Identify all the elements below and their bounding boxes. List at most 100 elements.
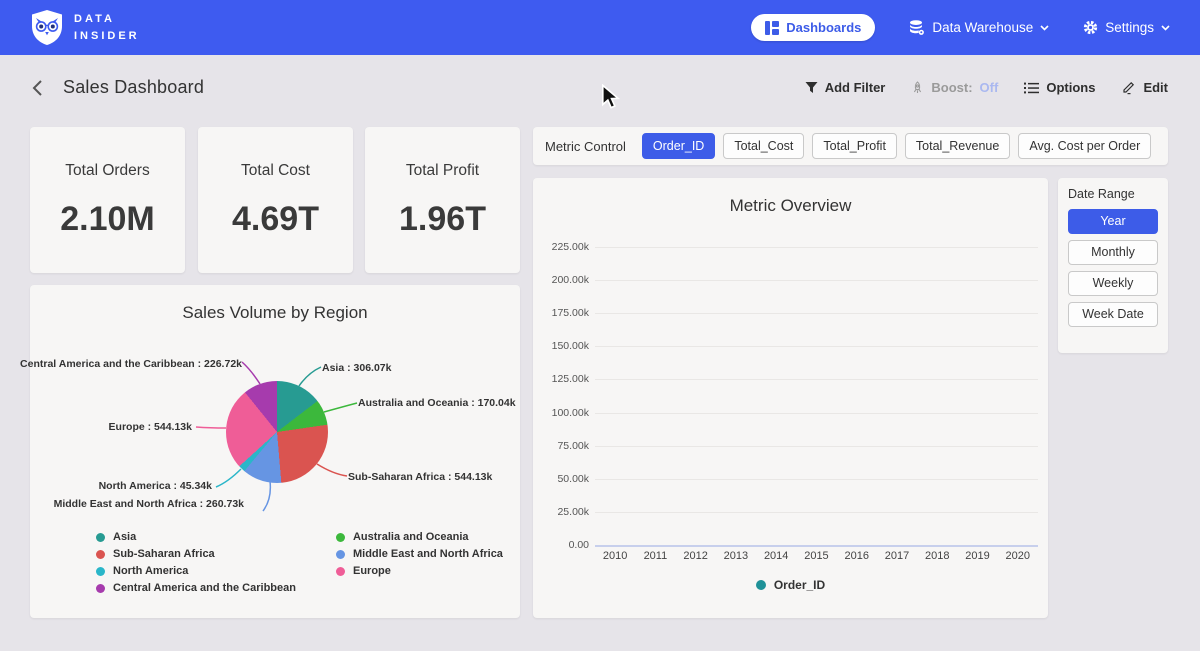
nav-data-warehouse-label: Data Warehouse (932, 20, 1033, 35)
metric-control-label: Metric Control (545, 139, 626, 154)
bar-chart-legend[interactable]: Order_ID (533, 578, 1048, 592)
top-navbar: DATA INSIDER Dashboards (0, 0, 1200, 55)
back-button[interactable] (32, 79, 43, 97)
pie[interactable] (226, 381, 328, 483)
options-label: Options (1046, 80, 1095, 95)
kpi-label: Total Orders (65, 162, 149, 180)
chevron-down-icon (1040, 25, 1049, 31)
pie-label-europe: Europe : 544.13k (109, 421, 192, 433)
kpi-total-orders: Total Orders 2.10M (30, 127, 185, 273)
pie-chart-card: Sales Volume by Region Asia : 306.07k Au… (30, 285, 520, 618)
list-icon (1024, 82, 1039, 94)
pie-label-caribbean: Central America and the Caribbean : 226.… (20, 358, 242, 370)
metric-button-order-id[interactable]: Order_ID (642, 133, 715, 159)
legend-dot (96, 584, 105, 593)
metric-button-total-revenue[interactable]: Total_Revenue (905, 133, 1010, 159)
legend-dot (336, 533, 345, 542)
date-range-year[interactable]: Year (1068, 209, 1158, 234)
legend-item[interactable]: Central America and the Caribbean (96, 582, 296, 594)
nav-dashboards-label: Dashboards (786, 20, 861, 35)
x-tick-label: 2013 (716, 550, 756, 562)
nav-settings-label: Settings (1105, 20, 1154, 35)
date-range-label: Date Range (1068, 187, 1158, 201)
date-range-weekly[interactable]: Weekly (1068, 271, 1158, 296)
metric-button-total-cost[interactable]: Total_Cost (723, 133, 804, 159)
y-axis-labels: 225.00k200.00k175.00k150.00k125.00k100.0… (539, 247, 589, 545)
date-range-week-date[interactable]: Week Date (1068, 302, 1158, 327)
options-button[interactable]: Options (1024, 80, 1095, 95)
edit-label: Edit (1143, 80, 1168, 95)
legend-item[interactable]: Australia and Oceania (336, 531, 503, 543)
y-tick-label: 200.00k (552, 274, 589, 286)
kpi-total-profit: Total Profit 1.96T (365, 127, 520, 273)
brand-logo[interactable]: DATA INSIDER (30, 9, 140, 46)
legend-item[interactable]: Middle East and North Africa (336, 548, 503, 560)
page-header: Sales Dashboard Add Filter Boost: Off (0, 55, 1200, 120)
gear-icon (1083, 20, 1098, 35)
x-axis-labels: 2010201120122013201420152016201720182019… (595, 550, 1038, 562)
pie-label-ssafrica: Sub-Saharan Africa : 544.13k (348, 471, 492, 483)
legend-item[interactable]: Asia (96, 531, 296, 543)
x-tick-label: 2019 (958, 550, 998, 562)
brand-line1: DATA (74, 11, 140, 28)
nav-settings[interactable]: Settings (1083, 20, 1170, 35)
bar-plot (595, 247, 1038, 545)
metric-control-bar: Metric Control Order_ID Total_Cost Total… (533, 127, 1168, 165)
boost-label: Boost: (931, 80, 972, 95)
legend-dot (756, 580, 766, 590)
bar-legend-label: Order_ID (774, 578, 825, 592)
x-tick-label: 2016 (837, 550, 877, 562)
boost-value: Off (980, 80, 999, 95)
y-tick-label: 100.00k (552, 407, 589, 419)
gridline (595, 545, 1038, 547)
y-tick-label: 75.00k (557, 440, 589, 452)
x-tick-label: 2017 (877, 550, 917, 562)
x-tick-label: 2020 (998, 550, 1038, 562)
kpi-total-cost: Total Cost 4.69T (198, 127, 353, 273)
kpi-label: Total Cost (241, 162, 310, 180)
nav-dashboards-button[interactable]: Dashboards (751, 14, 875, 41)
nav-data-warehouse[interactable]: Data Warehouse (909, 20, 1049, 36)
add-filter-button[interactable]: Add Filter (805, 80, 886, 95)
pie-chart-title: Sales Volume by Region (30, 285, 520, 323)
y-tick-label: 125.00k (552, 373, 589, 385)
y-tick-label: 150.00k (552, 340, 589, 352)
legend-dot (336, 550, 345, 559)
rocket-icon (911, 81, 924, 95)
owl-logo-icon (30, 9, 64, 46)
kpi-label: Total Profit (406, 162, 479, 180)
pie-label-namerica: North America : 45.34k (99, 480, 212, 492)
kpi-value: 2.10M (60, 200, 155, 239)
metric-button-avg-cost[interactable]: Avg. Cost per Order (1018, 133, 1151, 159)
bar-chart-title: Metric Overview (533, 178, 1048, 216)
x-tick-label: 2018 (917, 550, 957, 562)
legend-dot (96, 550, 105, 559)
x-tick-label: 2014 (756, 550, 796, 562)
dashboard-grid-icon (765, 21, 779, 35)
brand-line2: INSIDER (74, 28, 140, 45)
pie-legend: Asia Sub-Saharan Africa North America Ce… (96, 531, 503, 594)
edit-button[interactable]: Edit (1121, 80, 1168, 95)
x-tick-label: 2011 (635, 550, 675, 562)
legend-dot (336, 567, 345, 576)
legend-item[interactable]: Sub-Saharan Africa (96, 548, 296, 560)
bar-chart-card: Metric Overview 225.00k200.00k175.00k150… (533, 178, 1048, 618)
y-tick-label: 0.00 (569, 539, 589, 551)
kpi-value: 1.96T (399, 200, 486, 239)
bars-row (595, 247, 1038, 545)
filter-funnel-icon (805, 81, 818, 94)
x-tick-label: 2015 (796, 550, 836, 562)
chevron-down-icon (1161, 25, 1170, 31)
pie-label-oceania: Australia and Oceania : 170.04k (358, 397, 516, 409)
legend-item[interactable]: Europe (336, 565, 503, 577)
date-range-monthly[interactable]: Monthly (1068, 240, 1158, 265)
legend-dot (96, 567, 105, 576)
boost-toggle[interactable]: Boost: Off (911, 80, 998, 95)
pie-label-mena: Middle East and North Africa : 260.73k (54, 498, 244, 510)
database-icon (909, 20, 925, 36)
legend-item[interactable]: North America (96, 565, 296, 577)
add-filter-label: Add Filter (825, 80, 886, 95)
y-tick-label: 25.00k (557, 506, 589, 518)
metric-button-total-profit[interactable]: Total_Profit (812, 133, 897, 159)
pencil-icon (1121, 80, 1136, 95)
